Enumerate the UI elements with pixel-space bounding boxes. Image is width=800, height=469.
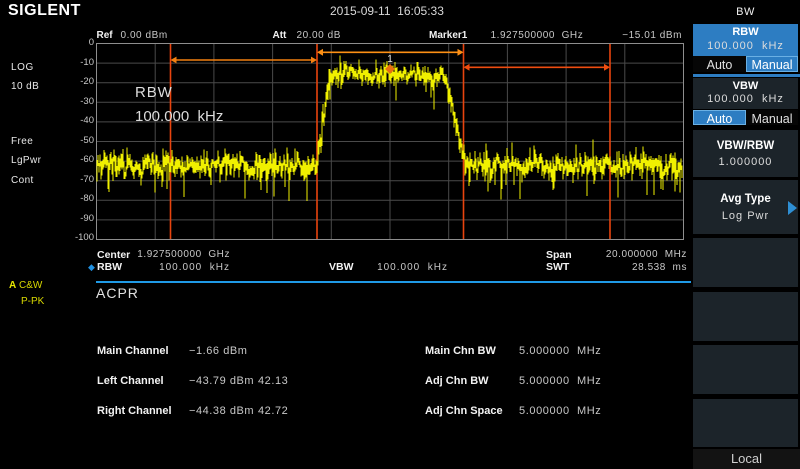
svg-text:1: 1 [387, 54, 393, 65]
